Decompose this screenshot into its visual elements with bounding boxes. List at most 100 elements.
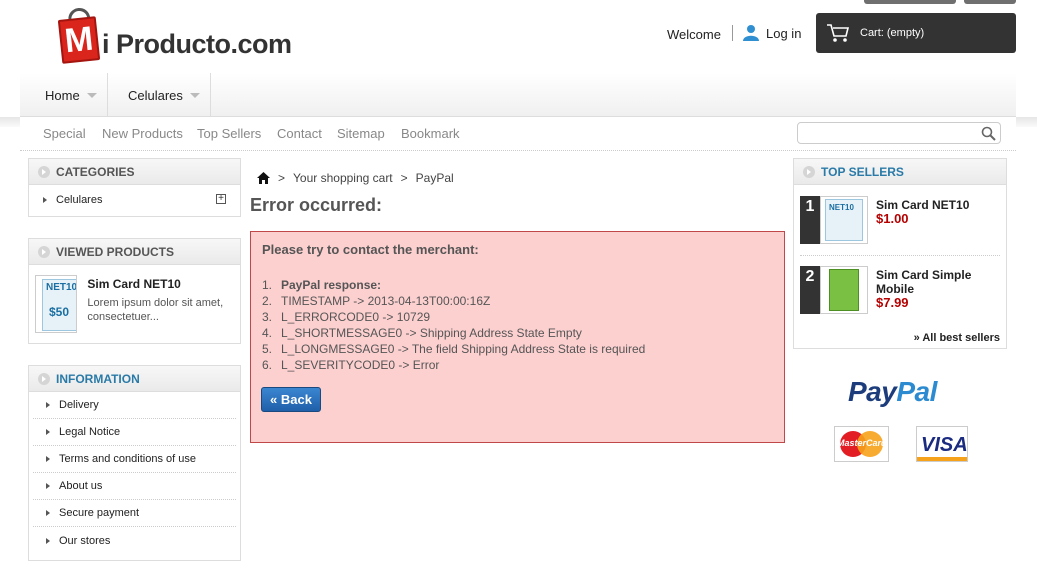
arrow-right-icon — [46, 429, 50, 435]
chevron-down-icon — [86, 92, 97, 98]
link-contact[interactable]: Contact — [277, 126, 322, 141]
breadcrumb-paypal: PayPal — [415, 171, 454, 185]
seller-product-info: Sim Card NET10 $1.00 — [876, 198, 996, 226]
nav-item-celulares[interactable]: Celulares — [108, 73, 211, 117]
viewed-products-title: Viewed products — [29, 239, 240, 265]
seller-product-price: $7.99 — [876, 295, 909, 310]
paypal-logo: PayPal — [848, 376, 937, 408]
bullet-icon — [38, 165, 50, 178]
link-bookmark[interactable]: Bookmark — [401, 126, 460, 141]
info-link-delivery[interactable]: Delivery — [33, 392, 236, 419]
top-sellers-title: Top sellers — [794, 159, 1006, 185]
block-title-label: Information — [56, 371, 140, 386]
link-new-products[interactable]: New Products — [102, 126, 183, 141]
info-link-about-us[interactable]: About us — [33, 473, 236, 500]
info-link-our-stores[interactable]: Our stores — [33, 527, 236, 554]
info-link-terms[interactable]: Terms and conditions of use — [33, 446, 236, 473]
login-link[interactable]: Log in — [742, 24, 801, 42]
breadcrumb-separator: > — [400, 171, 408, 185]
block-title-label: Top sellers — [821, 164, 904, 179]
breadcrumb-cart[interactable]: Your shopping cart — [293, 171, 393, 185]
thumb-logo: NET10 — [46, 282, 78, 293]
line-number: 5. — [262, 342, 273, 356]
back-button[interactable]: « Back — [261, 387, 321, 412]
site-logo[interactable]: M i Producto.com — [57, 6, 318, 68]
mastercard-text: MasterCard — [837, 438, 887, 448]
all-best-sellers-link[interactable]: » All best sellers — [914, 332, 1000, 344]
line-number: 4. — [262, 326, 273, 340]
visa-logo: VISA — [916, 426, 968, 462]
bullet-icon — [38, 372, 50, 385]
arrow-right-icon — [46, 456, 50, 462]
nav-label: Home — [45, 87, 80, 103]
line-number: 1. — [262, 278, 273, 292]
seller-product-name[interactable]: Sim Card Simple Mobile — [876, 268, 996, 296]
search-icon[interactable] — [981, 126, 996, 141]
link-top-sellers[interactable]: Top Sellers — [197, 126, 261, 141]
line-text: L_SHORTMESSAGE0 -> Shipping Address Stat… — [281, 326, 582, 340]
block-title-label: Viewed products — [56, 244, 175, 259]
arrow-right-icon — [46, 510, 50, 516]
top-seller-item[interactable]: 1 NET10 Sim Card NET10 $1.00 — [800, 196, 1000, 248]
information-title: Information — [29, 366, 240, 392]
language-tab[interactable] — [964, 0, 1016, 4]
error-heading: Please try to contact the merchant: — [262, 242, 479, 257]
logo-text: i Producto.com — [102, 29, 292, 59]
login-label: Log in — [766, 25, 802, 41]
seller-product-name[interactable]: Sim Card NET10 — [876, 198, 996, 212]
block-title-label: Categories — [56, 164, 135, 179]
product-thumbnail[interactable]: NET10 — [820, 196, 868, 244]
search-input[interactable] — [797, 122, 1001, 144]
error-line: 2. TIMESTAMP -> 2013-04-13T00:00:16Z — [262, 293, 773, 309]
top-sellers-block: Top sellers 1 NET10 Sim Card NET10 $1.00… — [793, 158, 1007, 349]
thumb-value: $50 — [49, 305, 70, 319]
page-title: Error occurred: — [250, 195, 383, 215]
logo-bag-icon: M — [57, 16, 101, 64]
home-icon[interactable] — [257, 172, 270, 184]
thumb-logo: NET10 — [829, 203, 854, 212]
rank-badge: 1 — [800, 196, 820, 244]
bullet-icon — [38, 245, 50, 258]
seller-product-price: $1.00 — [876, 211, 909, 226]
info-label: Delivery — [59, 399, 99, 411]
cart-button[interactable]: Cart: (empty) — [816, 13, 1016, 53]
link-sitemap[interactable]: Sitemap — [337, 126, 385, 141]
line-number: 3. — [262, 310, 273, 324]
info-link-legal-notice[interactable]: Legal Notice — [33, 419, 236, 446]
bullet-icon — [803, 165, 815, 178]
breadcrumb: > Your shopping cart > PayPal — [257, 171, 454, 185]
link-special[interactable]: Special — [43, 126, 86, 141]
paypal-logo-part-b: Pal — [896, 376, 937, 407]
info-link-secure-payment[interactable]: Secure payment — [33, 500, 236, 527]
mastercard-logo: MasterCard — [834, 426, 889, 462]
welcome-text: Welcome — [667, 27, 721, 42]
arrow-right-icon — [46, 483, 50, 489]
top-seller-item[interactable]: 2 Sim Card Simple Mobile $7.99 — [800, 266, 1000, 318]
breadcrumb-separator: > — [278, 171, 286, 185]
main-nav: Home Celulares — [20, 73, 1016, 117]
error-line: 6. L_SEVERITYCODE0 -> Error — [262, 357, 773, 373]
expand-icon[interactable]: + — [216, 194, 226, 204]
header-separator — [732, 25, 733, 41]
line-text: TIMESTAMP -> 2013-04-13T00:00:16Z — [281, 294, 491, 308]
cart-label: Cart: (empty) — [860, 27, 925, 39]
cart-icon — [827, 24, 850, 42]
visa-text: VISA — [921, 434, 968, 456]
sim-card-image: NET10 $50 — [42, 279, 77, 331]
nav-label: Celulares — [128, 87, 183, 103]
paypal-banner[interactable]: PayPal MasterCard VISA — [806, 374, 998, 484]
product-thumbnail[interactable]: NET10 $50 — [35, 275, 78, 333]
product-thumbnail[interactable] — [820, 266, 868, 314]
error-box: Please try to contact the merchant: 1. Pa… — [250, 231, 785, 443]
arrow-right-icon — [46, 402, 50, 408]
currency-tab[interactable] — [864, 0, 956, 4]
category-item-celulares[interactable]: Celulares + — [29, 185, 240, 214]
product-name[interactable]: Sim Card NET10 — [87, 277, 234, 291]
sim-card-image: NET10 — [825, 199, 863, 241]
paypal-logo-part-a: Pay — [848, 376, 897, 407]
user-icon — [743, 25, 759, 41]
line-text: L_SEVERITYCODE0 -> Error — [281, 358, 440, 372]
categories-block: Categories Celulares + — [28, 158, 241, 217]
nav-item-home[interactable]: Home — [20, 73, 108, 117]
viewed-product[interactable]: NET10 $50 Sim Card NET10 Lorem ipsum dol… — [29, 265, 240, 343]
